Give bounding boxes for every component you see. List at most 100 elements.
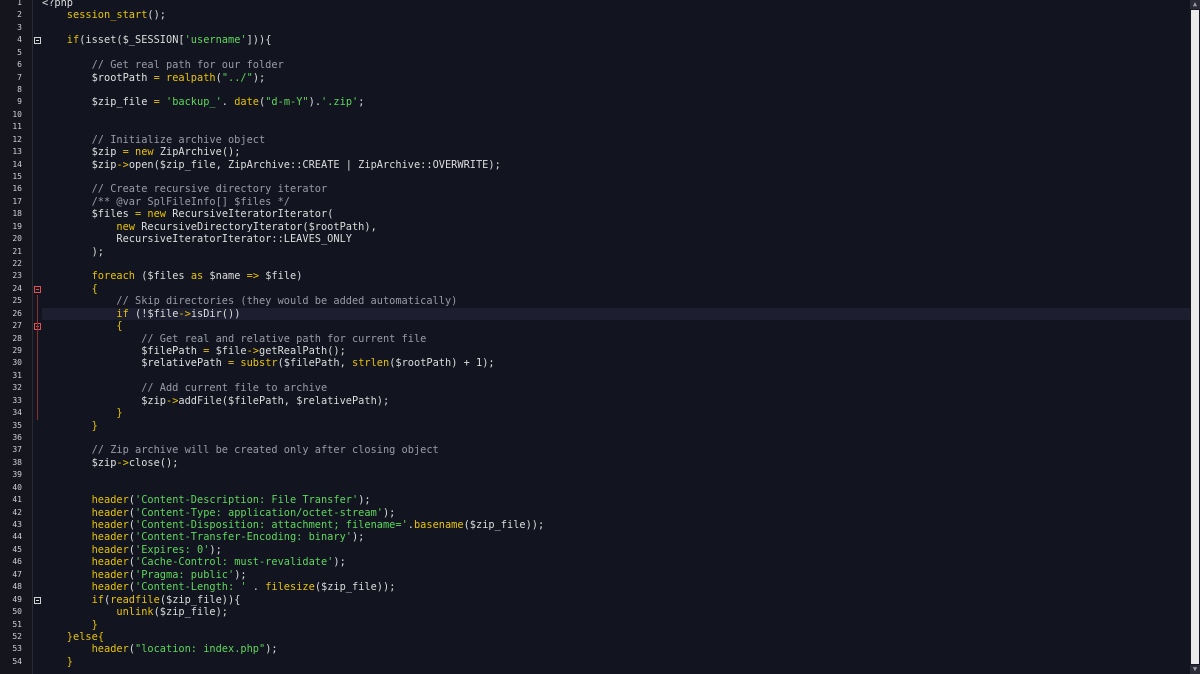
code-line[interactable]: { (42, 320, 123, 333)
code-token: RecursiveDirectoryIterator($rootPath), (141, 220, 377, 233)
code-token: realpath (166, 71, 216, 84)
code-line[interactable]: header('Content-Length: ' . filesize($zi… (42, 581, 396, 594)
code-line[interactable]: header('Content-Transfer-Encoding: binar… (42, 531, 365, 543)
code-token: as (190, 270, 210, 283)
code-line[interactable]: // Get real and relative path for curren… (42, 333, 426, 345)
code-line[interactable]: if(readfile($zip_file)){ (42, 593, 241, 606)
code-line[interactable]: <?php (42, 0, 73, 9)
code-line[interactable]: /** @var SplFileInfo[] $files */ (42, 196, 290, 208)
line-number: 49 (12, 594, 22, 604)
line-number: 42 (12, 507, 22, 517)
code-line[interactable]: unlink($zip_file); (42, 606, 228, 618)
code-line[interactable]: $zip->close(); (42, 457, 179, 469)
scrollbar-thumb[interactable] (1191, 10, 1199, 664)
code-line[interactable]: header('Content-Type: application/octet-… (42, 507, 396, 519)
code-token: filesize (265, 581, 315, 594)
vertical-scrollbar[interactable]: ▲ ▼ (1190, 0, 1200, 674)
line-number: 29 (12, 346, 22, 356)
code-line[interactable]: // Get real path for our folder (42, 59, 284, 71)
code-line[interactable]: ); (42, 246, 104, 258)
code-token: new (147, 208, 173, 221)
code-area[interactable]: <?php session_start(); if(isset($_SESSIO… (42, 0, 1190, 674)
line-number: 43 (12, 520, 22, 530)
code-line[interactable]: header('Content-Disposition: attachment;… (42, 519, 545, 532)
code-token: = (116, 146, 136, 159)
code-token: ($zip_file)){ (159, 593, 241, 606)
line-number: 17 (12, 196, 22, 206)
code-token: . (221, 96, 235, 109)
code-token: basename (413, 519, 464, 532)
code-token: new (135, 146, 160, 159)
code-line[interactable]: $relativePath = substr($filePath, strlen… (42, 357, 494, 369)
code-token: ($zip_file); (153, 606, 228, 619)
code-line[interactable]: new RecursiveDirectoryIterator($rootPath… (42, 220, 377, 233)
code-line[interactable]: RecursiveIteratorIterator::LEAVES_ONLY (42, 233, 352, 245)
code-line[interactable]: // Add current file to archive (42, 382, 327, 394)
code-line[interactable]: header('Content-Description: File Transf… (42, 494, 371, 506)
code-token: header (42, 519, 129, 532)
code-token: header (42, 543, 129, 556)
code-token: ($zip_file)); (463, 519, 545, 532)
code-token: if (42, 34, 80, 47)
code-token: "location: index.php" (135, 643, 266, 656)
line-number: 23 (12, 271, 22, 281)
arrow-down-icon[interactable]: ▼ (1190, 665, 1200, 674)
code-token: 'Expires: 0' (135, 543, 210, 556)
code-line[interactable]: // Skip directories (they would be added… (42, 295, 457, 307)
code-line[interactable]: // Zip archive will be created only afte… (42, 444, 439, 456)
code-line[interactable]: // Create recursive directory iterator (42, 183, 328, 195)
code-line[interactable]: if (!$file->isDir()) (42, 308, 240, 320)
line-number: 14 (12, 159, 22, 169)
code-token: 'Content-Disposition: attachment; filena… (135, 519, 408, 532)
line-number: 40 (12, 482, 22, 492)
code-line[interactable]: } (42, 420, 98, 432)
fold-toggle-icon[interactable] (34, 37, 41, 45)
code-line[interactable]: $files = new RecursiveIteratorIterator( (42, 208, 334, 221)
code-token: date (234, 96, 260, 109)
code-token: ); (265, 643, 278, 656)
code-token: $zip (42, 158, 117, 171)
code-line[interactable]: header('Cache-Control: must-revalidate')… (42, 556, 346, 568)
code-line[interactable]: } (42, 407, 122, 419)
code-token: // Zip archive will be created only afte… (42, 444, 439, 457)
code-line[interactable]: // Initialize archive object (42, 133, 266, 146)
fold-toggle-icon[interactable] (34, 285, 41, 293)
code-line[interactable]: { (42, 283, 98, 295)
code-line[interactable]: $filePath = $file->getRealPath(); (42, 345, 346, 357)
code-line[interactable]: $zip->open($zip_file, ZipArchive::CREATE… (42, 159, 501, 171)
line-number: 25 (12, 296, 22, 306)
arrow-up-icon[interactable]: ▲ (1190, 0, 1200, 9)
code-token: { (42, 320, 123, 333)
code-line[interactable]: $zip->addFile($filePath, $relativePath); (42, 395, 389, 407)
code-line[interactable]: $rootPath = realpath("../"); (42, 71, 266, 84)
code-line[interactable]: header('Expires: 0'); (42, 544, 222, 556)
code-line[interactable]: header("location: index.php"); (42, 643, 278, 655)
code-line[interactable]: if(isset($_SESSION['username'])){ (42, 34, 272, 47)
code-line[interactable]: $zip = new ZipArchive(); (42, 146, 241, 159)
code-line[interactable]: } (42, 619, 98, 631)
code-token: // Initialize archive object (42, 133, 266, 146)
code-token: header (42, 643, 129, 656)
code-line[interactable]: foreach ($files as $name => $file) (42, 270, 303, 283)
code-token: // Get real and relative path for curren… (42, 332, 427, 345)
code-token: -> (166, 394, 179, 407)
code-line[interactable]: session_start(); (42, 9, 166, 21)
line-number: 54 (12, 656, 22, 666)
line-number: 52 (12, 631, 22, 641)
fold-toggle-icon[interactable] (34, 596, 41, 604)
line-number: 21 (12, 246, 22, 256)
line-number: 45 (12, 544, 22, 554)
code-token: 'username' (184, 34, 247, 47)
line-number: 12 (12, 134, 22, 144)
code-line[interactable]: }else{ (42, 631, 104, 643)
code-token: { (97, 630, 105, 643)
code-token: header (42, 581, 129, 594)
code-line[interactable]: header('Pragma: public'); (42, 569, 247, 581)
code-line[interactable]: } (42, 656, 73, 668)
code-editor[interactable]: 1 2 3 4 5 6 7 8 9 10 11 12 13 14 15 16 17 18 19 20 21 22 23 24 2… (0, 0, 1200, 674)
line-number: 2 (17, 10, 22, 20)
code-token: (); (147, 9, 166, 22)
code-line[interactable]: $zip_file = 'backup_'. date("d-m-Y").'.z… (42, 96, 365, 109)
line-number: 19 (12, 221, 22, 231)
code-token: } (42, 655, 73, 668)
